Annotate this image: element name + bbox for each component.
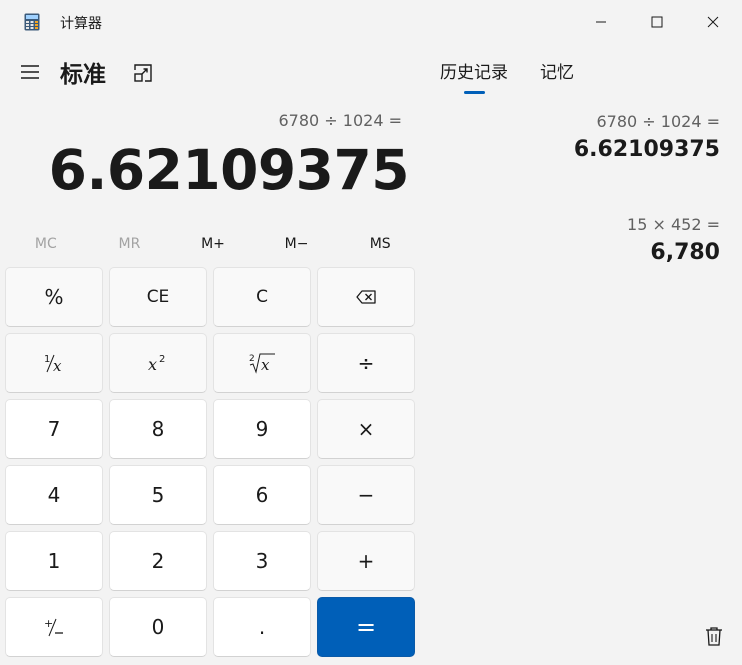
digit-1-button[interactable]: 1 [5, 531, 103, 591]
calculator-icon [24, 13, 40, 31]
window-title: 计算器 [60, 16, 102, 32]
svg-text:1: 1 [44, 354, 50, 365]
memory-recall-button[interactable]: MR [88, 228, 172, 260]
keep-on-top-icon [134, 64, 152, 82]
maximize-button[interactable] [634, 0, 680, 44]
divide-button[interactable]: ÷ [317, 333, 415, 393]
svg-text:x: x [53, 357, 62, 374]
clear-button[interactable]: C [213, 267, 311, 327]
digit-2-label: 2 [151, 549, 165, 573]
reciprocal-button[interactable]: 1 x [5, 333, 103, 393]
percent-button[interactable]: % [5, 267, 103, 327]
hamburger-icon [21, 65, 39, 79]
multiply-label: × [357, 417, 375, 441]
history-item[interactable]: 15 × 452 = 6,780 [627, 215, 720, 265]
memory-add-button[interactable]: M+ [171, 228, 255, 260]
digit-8-label: 8 [151, 417, 165, 441]
active-tab-indicator [464, 91, 485, 94]
clear-entry-button[interactable]: CE [109, 267, 207, 327]
svg-text:2: 2 [159, 354, 165, 365]
maximize-icon [651, 16, 663, 28]
svg-text:x: x [148, 355, 157, 374]
tab-history[interactable]: 历史记录 [440, 58, 508, 83]
clear-label: C [256, 287, 268, 307]
digit-7-label: 7 [47, 417, 61, 441]
reciprocal-icon: 1 x [44, 354, 62, 374]
memory-store-button[interactable]: MS [338, 228, 422, 260]
memory-clear-button[interactable]: MC [4, 228, 88, 260]
subtract-button[interactable]: − [317, 465, 415, 525]
square-root-icon: 2 x [249, 353, 275, 374]
digit-9-button[interactable]: 9 [213, 399, 311, 459]
history-expression: 6780 ÷ 1024 = [596, 112, 720, 131]
digit-4-label: 4 [47, 483, 61, 507]
multiply-button[interactable]: × [317, 399, 415, 459]
decimal-button[interactable]: . [213, 597, 311, 657]
digit-4-button[interactable]: 4 [5, 465, 103, 525]
memory-controls: MC MR M+ M− MS [4, 228, 422, 260]
keep-on-top-button[interactable] [128, 58, 158, 88]
svg-text:2: 2 [249, 354, 255, 364]
digit-7-button[interactable]: 7 [5, 399, 103, 459]
digit-0-button[interactable]: 0 [109, 597, 207, 657]
trash-icon [706, 627, 722, 646]
history-result: 6.62109375 [573, 137, 720, 162]
svg-text:x: x [261, 356, 270, 374]
subtract-label: − [357, 483, 375, 507]
title-bar: 计算器 [0, 0, 742, 44]
memory-subtract-button[interactable]: M− [255, 228, 339, 260]
decimal-label: . [258, 615, 266, 639]
digit-6-button[interactable]: 6 [213, 465, 311, 525]
minimize-button[interactable] [578, 0, 624, 44]
history-expression: 15 × 452 = [627, 215, 720, 234]
percent-label: % [44, 285, 64, 309]
square-root-button[interactable]: 2 x [213, 333, 311, 393]
close-icon [707, 16, 719, 28]
add-button[interactable]: + [317, 531, 415, 591]
mode-title: 标准 [60, 62, 106, 88]
clear-entry-label: CE [146, 287, 170, 307]
backspace-button[interactable] [317, 267, 415, 327]
digit-1-label: 1 [47, 549, 61, 573]
tab-memory[interactable]: 记忆 [540, 58, 574, 83]
history-result: 6,780 [650, 240, 720, 265]
minimize-icon [596, 21, 606, 23]
divide-label: ÷ [357, 351, 375, 375]
digit-8-button[interactable]: 8 [109, 399, 207, 459]
equals-button[interactable]: = [317, 597, 415, 657]
add-label: + [357, 549, 375, 573]
digit-3-label: 3 [255, 549, 269, 573]
digit-3-button[interactable]: 3 [213, 531, 311, 591]
plus-minus-icon: + [44, 617, 63, 637]
digit-0-label: 0 [151, 615, 165, 639]
square-button[interactable]: x 2 [109, 333, 207, 393]
result-display: 6.62109375 [48, 138, 410, 202]
digit-6-label: 6 [255, 483, 269, 507]
close-button[interactable] [690, 0, 736, 44]
square-icon: x 2 [148, 354, 165, 374]
digit-9-label: 9 [255, 417, 269, 441]
backspace-icon [356, 290, 376, 304]
digit-5-label: 5 [151, 483, 165, 507]
digit-2-button[interactable]: 2 [109, 531, 207, 591]
digit-5-button[interactable]: 5 [109, 465, 207, 525]
negate-button[interactable]: + [5, 597, 103, 657]
clear-history-button[interactable] [700, 622, 728, 650]
navigation-menu-button[interactable] [14, 56, 46, 88]
expression-display: 6780 ÷ 1024 = [278, 111, 402, 130]
history-item[interactable]: 6780 ÷ 1024 = 6.62109375 [574, 112, 720, 162]
equals-label: = [355, 613, 377, 641]
